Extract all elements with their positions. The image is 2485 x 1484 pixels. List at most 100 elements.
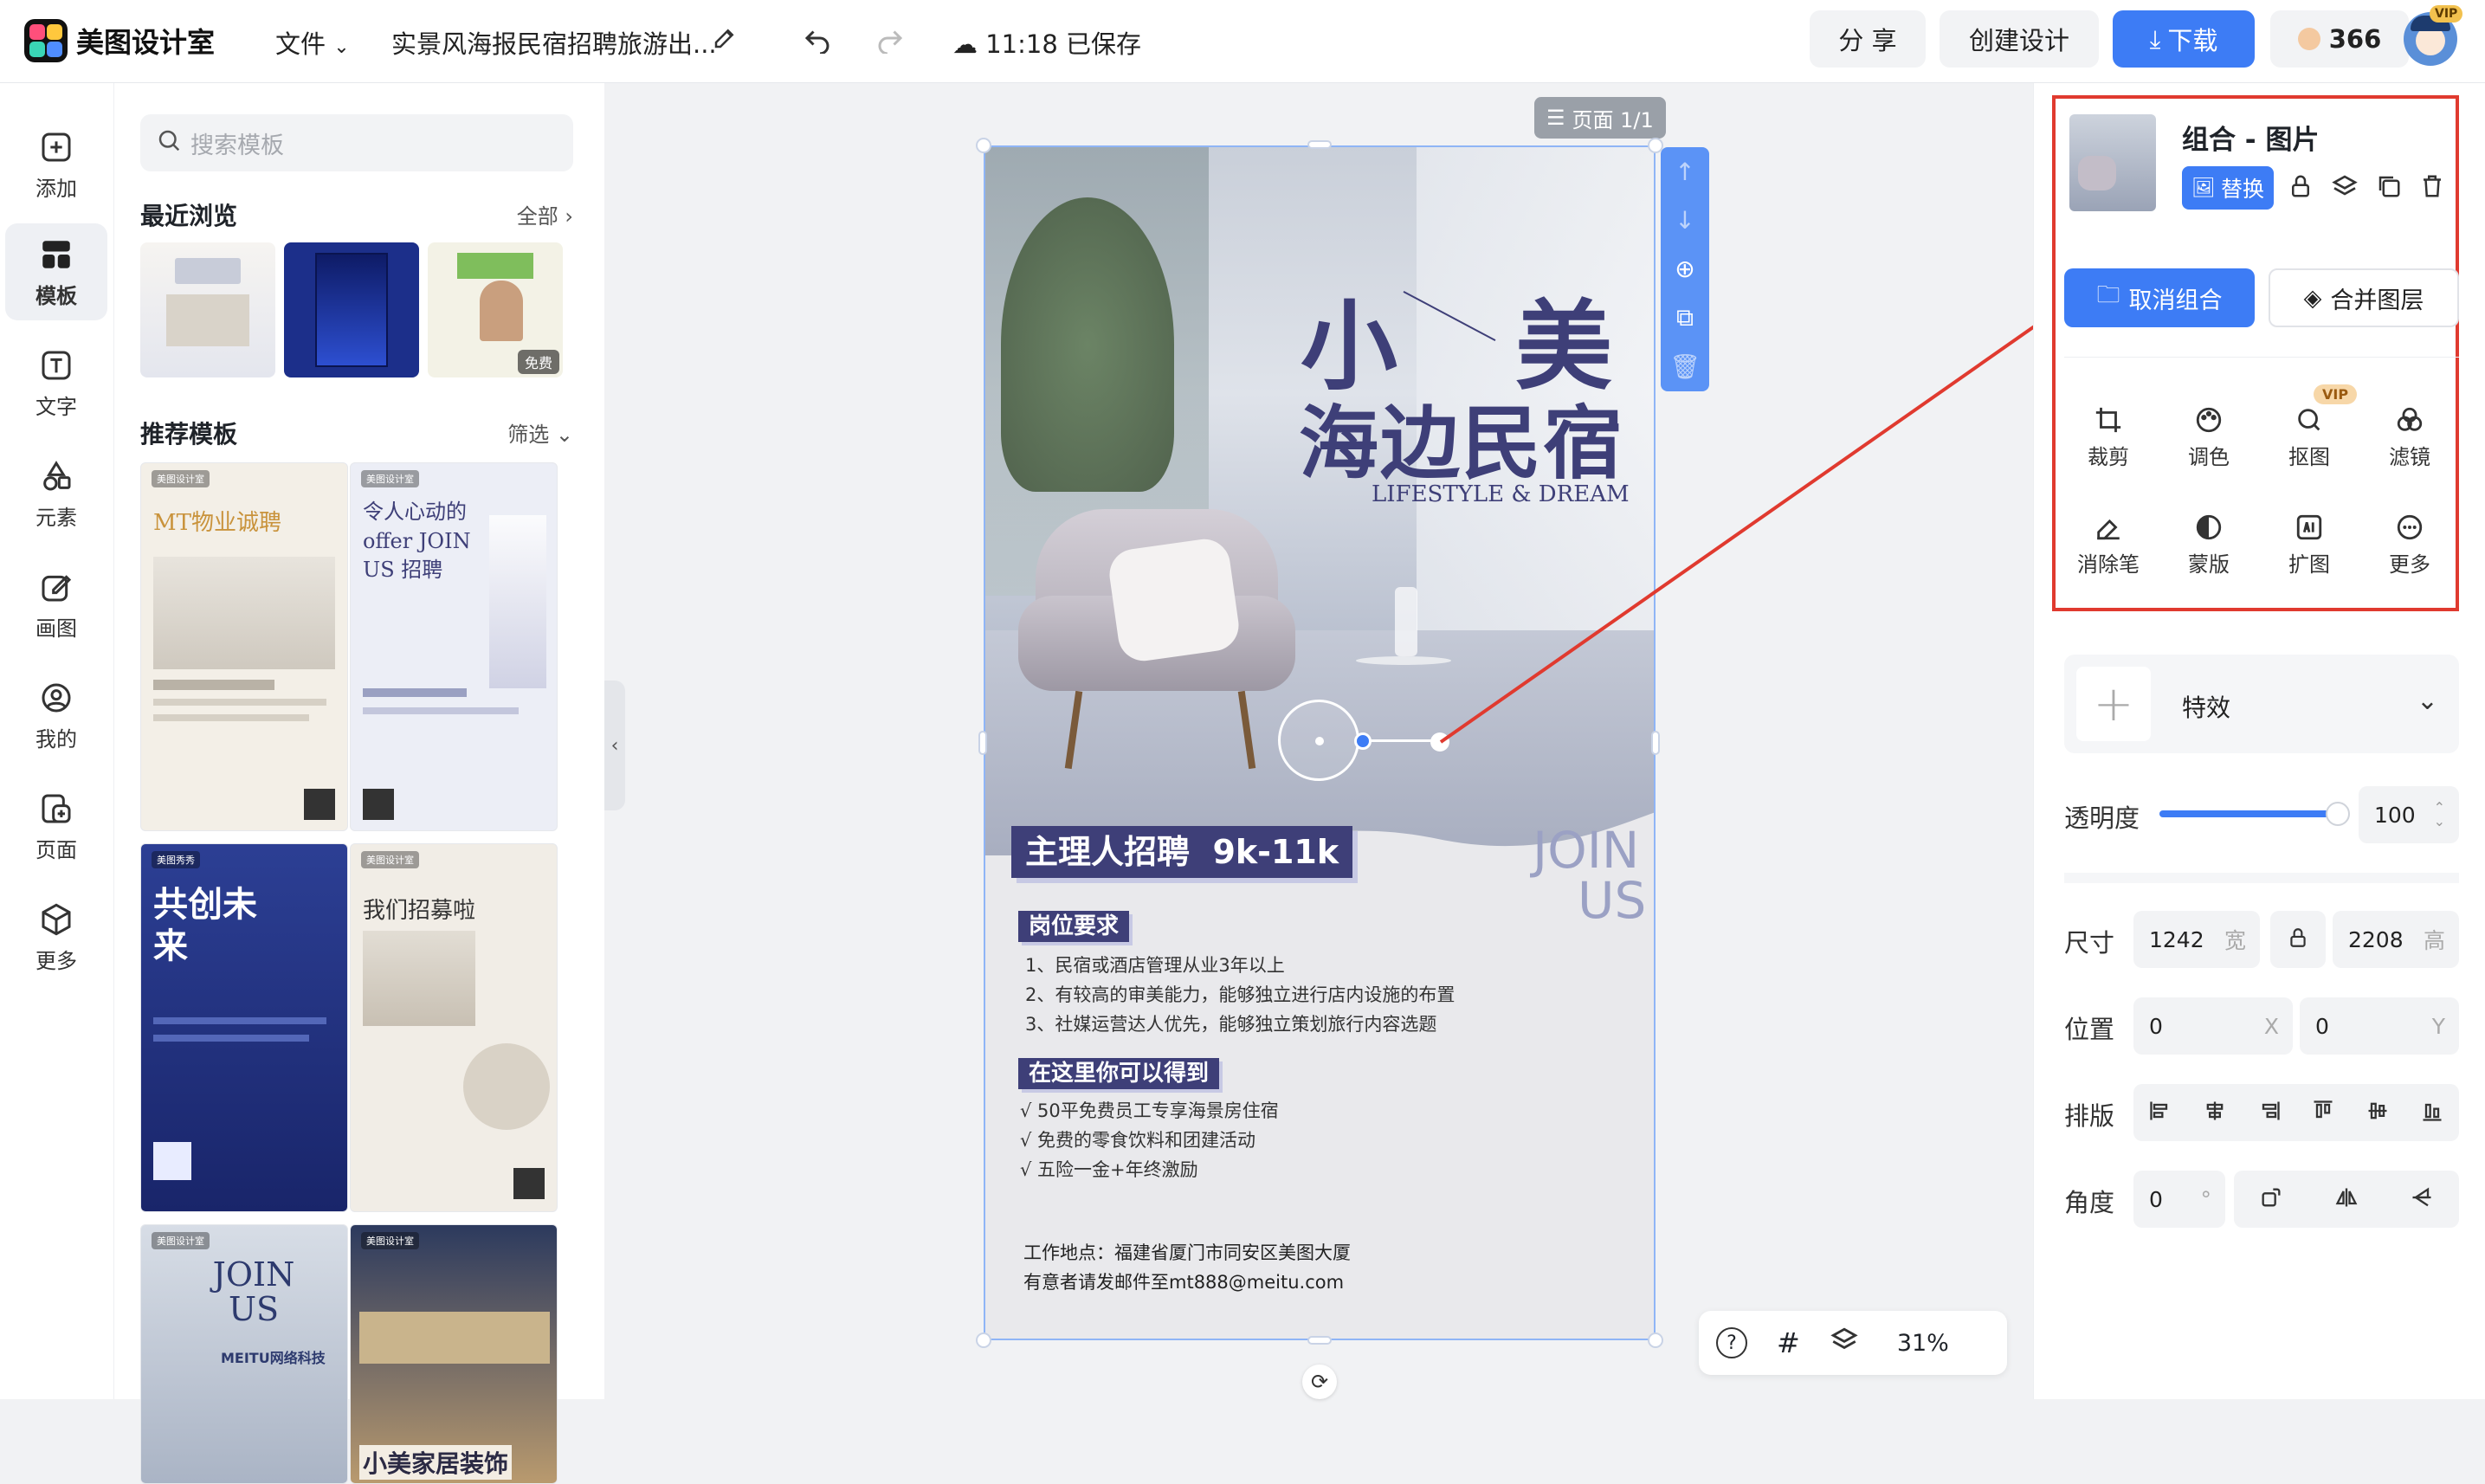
pos-y-value: 0 [2315, 1013, 2329, 1039]
tool-crop[interactable]: 裁剪 [2061, 400, 2156, 487]
poster-title-line2[interactable]: 海边民宿 [1299, 379, 1624, 494]
resize-handle-left[interactable] [978, 731, 987, 755]
help-icon[interactable]: ? [1716, 1327, 1747, 1358]
align-top-icon[interactable] [2311, 1099, 2335, 1126]
lock-icon[interactable] [2288, 171, 2314, 204]
benefits-list[interactable]: √ 50平免费员工专享海景房住宿 √ 免费的零食饮料和团建活动 √ 五险一金+年… [1020, 1096, 1279, 1184]
undo-icon[interactable] [802, 23, 833, 61]
aspect-lock-button[interactable] [2270, 911, 2326, 968]
template-search-input[interactable]: 搜索模板 [140, 114, 573, 171]
redo-icon[interactable] [875, 23, 906, 61]
tool-eraser[interactable]: 消除笔 [2061, 507, 2156, 594]
align-bottom-icon[interactable] [2420, 1099, 2444, 1126]
layers-stack-icon[interactable] [2331, 173, 2359, 204]
delete-icon[interactable]: 🗑 [1669, 352, 1701, 381]
rail-item-templates[interactable]: 模板 [5, 223, 107, 320]
opacity-slider-knob[interactable] [2326, 802, 2350, 826]
align-right-icon[interactable] [2257, 1099, 2282, 1126]
recent-thumb-2[interactable] [284, 242, 419, 377]
vip-badge: VIP [2430, 5, 2463, 23]
resize-handle-top[interactable] [1307, 140, 1332, 149]
rail-item-mine[interactable]: 我的 [5, 667, 107, 764]
align-center-h-icon[interactable] [2203, 1099, 2227, 1126]
benefits-title[interactable]: 在这里你可以得到 [1018, 1058, 1220, 1089]
share-button[interactable]: 分 享 [1810, 10, 1926, 68]
template-card-4[interactable]: 美图设计室 我们招募啦 [350, 843, 558, 1212]
zoom-level[interactable]: 31% [1897, 1330, 1949, 1357]
tool-expand[interactable]: 扩图 [2262, 507, 2357, 594]
rail-label: 我的 [36, 726, 77, 752]
flip-horizontal-icon[interactable] [2334, 1185, 2359, 1213]
create-design-button[interactable]: 创建设计 [1940, 10, 2099, 68]
us-text[interactable]: US [1578, 871, 1646, 930]
rotate-90-icon[interactable] [2259, 1185, 2283, 1213]
resize-handle-right[interactable] [1651, 731, 1660, 755]
requirements-list[interactable]: 1、民宿或酒店管理从业3年以上 2、有较高的审美能力，能够独立进行店内设施的布置… [1025, 951, 1455, 1039]
duplicate-icon[interactable]: ⧉ [1676, 303, 1694, 332]
filter-link[interactable]: 筛选 ⌄ [507, 417, 573, 448]
merge-layers-button[interactable]: ◈ 合并图层 [2269, 268, 2459, 327]
template-card-3[interactable]: 美图秀秀 共创未来 [140, 843, 348, 1212]
grid-icon[interactable]: # [1777, 1326, 1800, 1359]
height-input[interactable]: 2208 高 [2333, 911, 2459, 968]
flip-vertical-icon[interactable] [2410, 1185, 2434, 1213]
move-up-icon[interactable]: ↑ [1675, 158, 1694, 186]
replace-button[interactable]: 🖼 替换 [2182, 166, 2274, 210]
effects-dropdown[interactable]: + 特效 ⌄ [2064, 655, 2459, 753]
stepper-icon[interactable]: ⌃ ⌄ [2434, 801, 2445, 829]
copy-icon[interactable] [2376, 173, 2402, 203]
image-control-end[interactable] [1430, 732, 1449, 752]
width-input[interactable]: 1242 宽 [2133, 911, 2260, 968]
collapse-panel-button[interactable]: ‹ [604, 681, 625, 810]
file-menu[interactable]: 文件 ⌄ [275, 24, 350, 61]
contact-info[interactable]: 工作地点：福建省厦门市同安区美图大厦 有意者请发邮件至mt888@meitu.c… [1023, 1238, 1351, 1297]
rail-item-add[interactable]: 添加 [5, 116, 107, 213]
angle-input[interactable]: 0 ° [2133, 1171, 2225, 1228]
page-indicator[interactable]: ☰ 页面 1/1 [1534, 97, 1666, 139]
tool-more[interactable]: 更多 [2362, 507, 2457, 594]
trash-icon[interactable] [2419, 173, 2445, 203]
edit-title-icon[interactable] [712, 24, 738, 59]
move-down-icon[interactable]: ↓ [1675, 206, 1694, 235]
rotate-canvas-icon[interactable]: ⟳ [1302, 1365, 1337, 1399]
template-card-2[interactable]: 美图设计室 令人心动的offer JOIN US 招聘 [350, 462, 558, 831]
image-rotate-handle[interactable] [1278, 700, 1359, 781]
tool-mask[interactable]: 蒙版 [2161, 507, 2256, 594]
poster-canvas[interactable]: 小 美 海边民宿 LIFESTYLE & DREAM 主理人招聘 9k-11k … [984, 145, 1656, 1340]
poster-subtitle[interactable]: LIFESTYLE & DREAM [1372, 481, 1630, 507]
recent-thumb-1[interactable] [140, 242, 275, 377]
rail-item-draw[interactable]: 画图 [5, 556, 107, 653]
opacity-input[interactable]: 100 ⌃ ⌄ [2359, 786, 2459, 843]
ungroup-button[interactable]: 🗀 取消组合 [2064, 268, 2255, 327]
rail-item-text[interactable]: 文字 [5, 334, 107, 431]
pos-x-input[interactable]: 0X [2133, 997, 2293, 1055]
download-button[interactable]: ⤓ 下载 [2113, 10, 2255, 68]
rail-item-more[interactable]: 更多 [5, 888, 107, 985]
salary-banner[interactable]: 主理人招聘 9k-11k [1011, 826, 1353, 878]
layers-icon[interactable] [1830, 1326, 1859, 1361]
requirements-title[interactable]: 岗位要求 [1018, 911, 1130, 942]
tool-color-adjust[interactable]: 调色 [2161, 400, 2256, 487]
tool-cutout[interactable]: 抠图 VIP [2262, 384, 2358, 487]
recent-thumb-3[interactable]: 免费 [428, 242, 563, 377]
pos-y-input[interactable]: 0Y [2300, 997, 2459, 1055]
opacity-slider[interactable] [2159, 802, 2350, 826]
size-label: 尺寸 [2064, 928, 2115, 958]
rail-item-pages[interactable]: 页面 [5, 777, 107, 874]
template-card-6[interactable]: 美图设计室 小美家居装饰 [350, 1224, 558, 1484]
template-card-5[interactable]: 美图设计室 JOIN US MEITU网络科技 [140, 1224, 348, 1484]
resize-handle-bottom[interactable] [1307, 1336, 1332, 1345]
recent-all-link[interactable]: 全部 › [517, 199, 573, 229]
resize-handle-tl[interactable] [976, 138, 991, 153]
template-card-1[interactable]: 美图设计室 MT物业诚聘 [140, 462, 348, 831]
credits-button[interactable]: 366 [2270, 10, 2409, 68]
resize-handle-bl[interactable] [976, 1332, 991, 1348]
add-circle-icon[interactable]: ⊕ [1675, 255, 1694, 283]
align-left-icon[interactable] [2148, 1099, 2172, 1126]
tool-filter[interactable]: 滤镜 [2362, 400, 2457, 487]
image-control-dot[interactable] [1354, 732, 1372, 750]
resize-handle-br[interactable] [1648, 1332, 1663, 1348]
align-center-v-icon[interactable] [2366, 1099, 2390, 1126]
rail-item-elements[interactable]: 元素 [5, 445, 107, 542]
document-title[interactable]: 实景风海报民宿招聘旅游出... [391, 24, 717, 61]
